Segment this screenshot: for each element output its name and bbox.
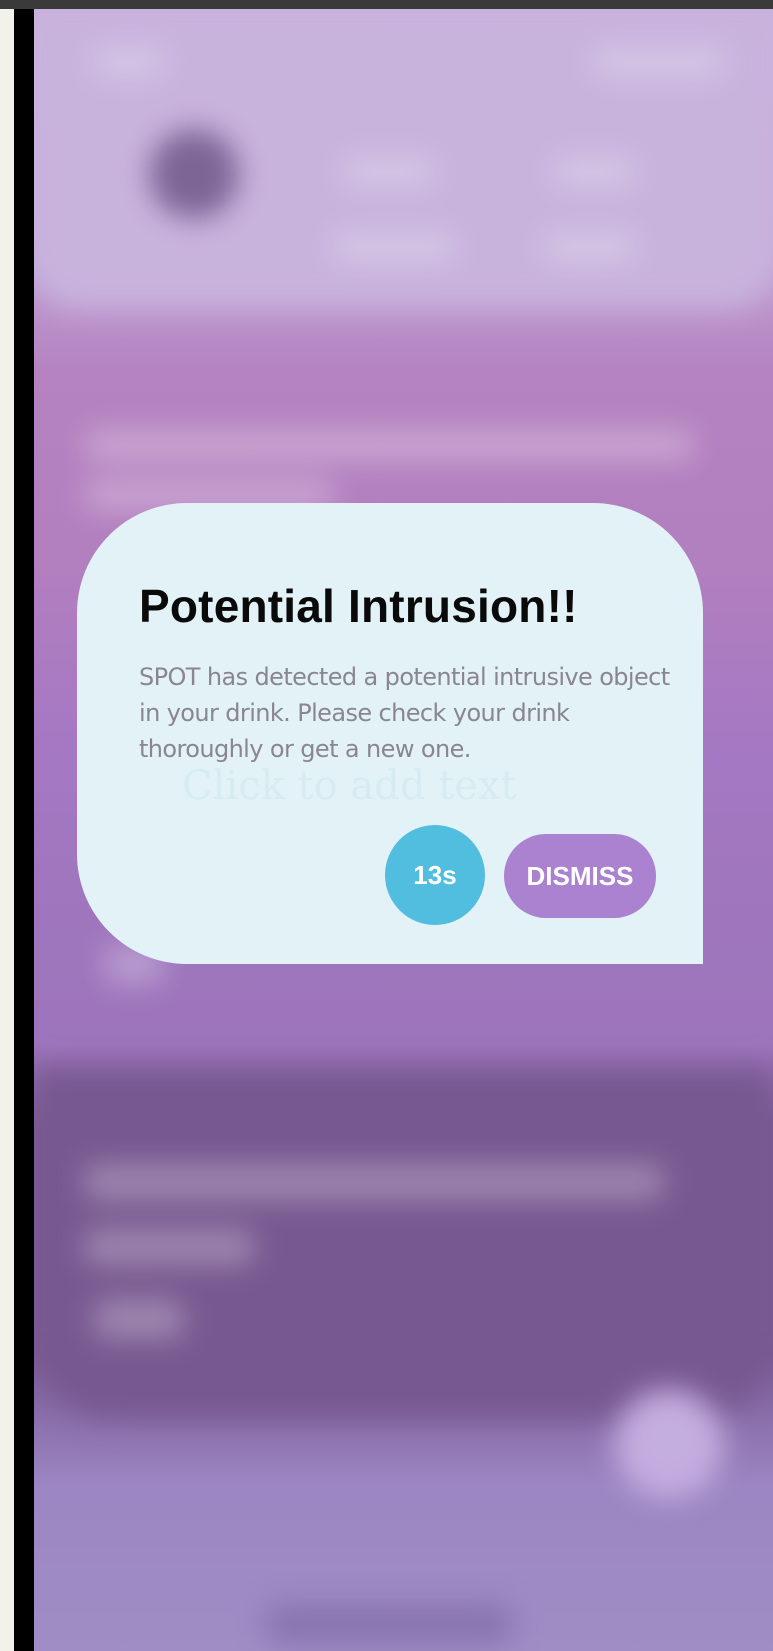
dialog-title: Potential Intrusion!! — [139, 580, 578, 632]
blurred-status-icons — [594, 49, 724, 75]
intrusion-alert-dialog: Potential Intrusion!! SPOT has detected … — [77, 503, 703, 964]
blurred-stat-label — [544, 234, 634, 260]
blurred-chip — [94, 1299, 184, 1339]
window-top-border — [0, 0, 773, 9]
blurred-status-time — [94, 49, 164, 75]
countdown-timer: 13s — [385, 825, 485, 925]
blurred-stat-label — [334, 234, 454, 260]
add-text-placeholder[interactable]: Click to add text — [182, 763, 517, 809]
home-indicator — [264, 1604, 514, 1644]
blurred-stat — [554, 159, 634, 185]
dialog-message: SPOT has detected a potential intrusive … — [139, 663, 670, 763]
blurred-avatar — [149, 129, 239, 219]
blurred-stat — [344, 159, 434, 185]
blurred-text-line — [84, 429, 694, 461]
blurred-text-line — [84, 1229, 254, 1265]
blurred-text-line — [84, 1164, 664, 1200]
dismiss-button[interactable]: DISMISS — [504, 834, 656, 918]
window-left-bar — [14, 9, 34, 1651]
blurred-fab — [614, 1389, 724, 1499]
